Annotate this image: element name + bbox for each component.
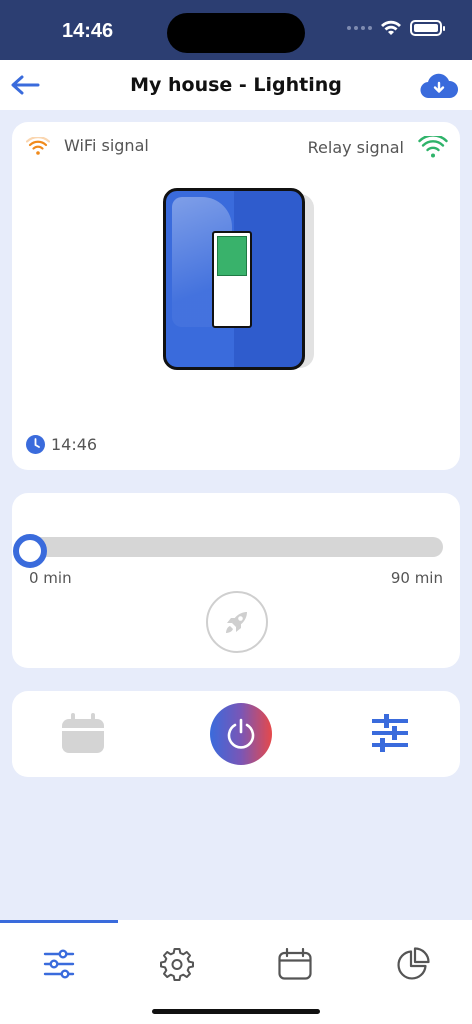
app-header: My house - Lighting	[0, 60, 472, 110]
relay-signal-label: Relay signal	[307, 137, 404, 157]
slider-max-label: 90 min	[390, 569, 443, 587]
switch-on-indicator	[217, 236, 247, 276]
wifi-status-icon	[381, 20, 401, 35]
nav-tab-calendar[interactable]	[236, 934, 354, 994]
relay-signal: Relay signal	[308, 136, 448, 158]
wifi-signal-label: WiFi signal	[64, 136, 149, 155]
sliders-tune-icon	[372, 714, 408, 752]
nav-active-indicator	[0, 920, 118, 923]
page-title: My house - Lighting	[130, 74, 342, 96]
calendar-nav-icon	[278, 948, 312, 980]
sliders-icon	[43, 949, 75, 979]
power-icon	[227, 718, 255, 749]
slider-min-label: 0 min	[29, 569, 72, 587]
nav-tab-controls[interactable]	[0, 934, 118, 994]
timer-slider-track[interactable]	[30, 537, 443, 557]
rocket-icon	[226, 612, 247, 633]
device-card: WiFi signal Relay signal 14:46	[12, 122, 460, 470]
dynamic-island	[167, 13, 305, 53]
home-indicator	[152, 1009, 320, 1014]
timer-slider-thumb[interactable]	[13, 534, 47, 568]
light-switch[interactable]	[163, 188, 305, 370]
clock-icon	[26, 435, 45, 454]
timer-card: 0 min 90 min	[12, 493, 460, 668]
boost-button[interactable]	[206, 591, 268, 653]
schedule-button[interactable]	[60, 712, 106, 758]
cloud-download-button[interactable]	[420, 73, 459, 103]
status-bar: 14:46	[0, 0, 472, 60]
wifi-signal-icon	[26, 136, 50, 155]
nav-tab-statistics[interactable]	[354, 934, 472, 994]
battery-icon	[410, 20, 445, 36]
bottom-nav	[0, 920, 472, 1024]
settings-tune-button[interactable]	[370, 713, 410, 757]
gear-icon	[160, 948, 194, 981]
status-icons	[347, 20, 445, 36]
status-time: 14:46	[62, 20, 114, 42]
calendar-icon	[62, 713, 104, 753]
relay-signal-icon	[418, 136, 448, 158]
pie-chart-icon	[397, 947, 430, 980]
power-button[interactable]	[210, 703, 272, 765]
cloud-download-icon	[420, 73, 459, 99]
last-update: 14:46	[26, 435, 97, 454]
actions-card	[12, 691, 460, 777]
cellular-icon	[347, 26, 372, 30]
switch-rocker	[212, 231, 252, 328]
wifi-signal: WiFi signal	[26, 136, 149, 155]
nav-tab-settings[interactable]	[118, 934, 236, 994]
last-update-time: 14:46	[51, 435, 98, 454]
